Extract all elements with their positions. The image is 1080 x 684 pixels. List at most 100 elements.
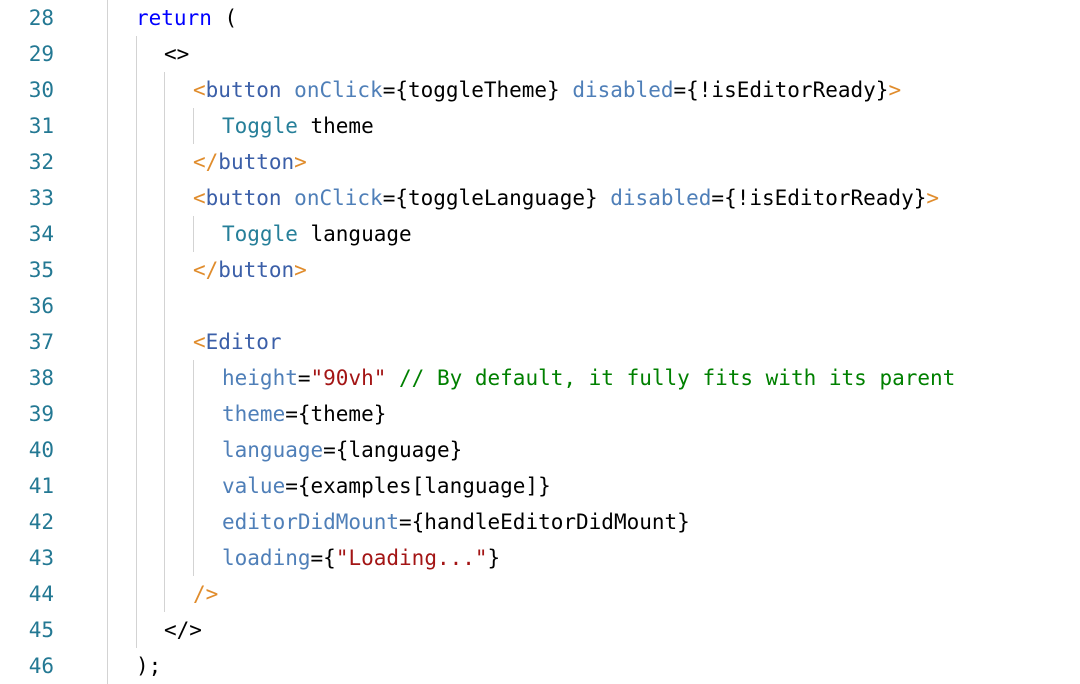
line-number: 38 [28, 366, 54, 390]
line-number: 44 [28, 582, 54, 606]
code-token-plain: ={!isEditorReady} [673, 78, 889, 102]
line-number: 36 [28, 294, 54, 318]
line-number: 40 [28, 438, 54, 462]
code-token-tag-name: button [218, 258, 295, 282]
line-code: Toggle theme [222, 108, 374, 144]
line-code: height="90vh" // By default, it fully fi… [222, 360, 955, 396]
code-token-tag-bracket: < [193, 330, 206, 354]
line-code: /> [193, 576, 218, 612]
code-token-plain: <> [164, 42, 190, 66]
line-number: 28 [28, 6, 54, 30]
code-token-tag-bracket: > [294, 150, 307, 174]
code-line[interactable]: 30 <button onClick={toggleTheme} disabled… [0, 72, 1080, 108]
indent-guide [193, 216, 194, 252]
line-number: 37 [28, 330, 54, 354]
code-token-attribute: height [222, 366, 298, 390]
code-line[interactable]: 32 </button> [0, 144, 1080, 180]
code-token-tag-bracket: > [926, 186, 940, 210]
code-token-plain: </> [164, 618, 202, 642]
code-editor[interactable]: 28 return (29 <> 30 <button onClick={toggleT… [0, 0, 1080, 684]
code-line[interactable]: 37 <Editor [0, 324, 1080, 360]
code-token-plain: ={ [310, 546, 336, 570]
code-token-plain: } [487, 546, 501, 570]
code-token-plain: = [297, 366, 311, 390]
code-token-identifier: Toggle [222, 114, 298, 138]
code-token-plain: ={language} [323, 438, 463, 462]
code-line[interactable]: 36 [0, 288, 1080, 324]
line-number: 45 [28, 618, 54, 642]
line-code: <Editor [193, 324, 282, 360]
indent-guide [136, 36, 137, 648]
code-token-keyword: return [136, 6, 212, 30]
code-line[interactable]: 34 Toggle language [0, 216, 1080, 252]
line-code: <button onClick={toggleTheme} disabled={… [193, 72, 901, 108]
line-number: 33 [28, 186, 54, 210]
code-line[interactable]: 42 editorDidMount={handleEditorDidMount} [0, 504, 1080, 540]
code-token-tag-name: button [205, 186, 282, 210]
code-token-plain: theme [297, 114, 374, 138]
line-number: 41 [28, 474, 54, 498]
line-code: language={language} [222, 432, 462, 468]
line-number: 42 [28, 510, 54, 534]
code-token-attribute: disabled [610, 186, 712, 210]
code-token-identifier: Toggle [222, 222, 298, 246]
code-token-attribute: disabled [572, 78, 674, 102]
code-line[interactable]: 45 </> [0, 612, 1080, 648]
code-token-attribute: language [222, 438, 324, 462]
line-code: ); [136, 648, 161, 684]
code-token-plain: language [297, 222, 412, 246]
code-token-plain: ={toggleLanguage} [382, 186, 611, 210]
code-token-tag-name: button [218, 150, 295, 174]
code-line[interactable]: 39 theme={theme} [0, 396, 1080, 432]
code-line[interactable]: 44 /> [0, 576, 1080, 612]
code-token-attribute: editorDidMount [222, 510, 400, 534]
code-token-attribute: onClick [294, 186, 383, 210]
code-token-plain: ={!isEditorReady} [711, 186, 927, 210]
line-code: <> [164, 36, 189, 72]
code-line[interactable]: 46); [0, 648, 1080, 684]
code-line[interactable]: 35 </button> [0, 252, 1080, 288]
code-token-tag-name: button [205, 78, 282, 102]
indent-guide [193, 360, 194, 576]
code-token-tag-bracket: < [193, 78, 206, 102]
code-line[interactable]: 38 height="90vh" // By default, it fully … [0, 360, 1080, 396]
code-token-tag-bracket: > [294, 258, 307, 282]
code-line[interactable]: 41 value={examples[language]} [0, 468, 1080, 504]
line-number: 32 [28, 150, 54, 174]
line-number: 29 [28, 42, 54, 66]
line-code: editorDidMount={handleEditorDidMount} [222, 504, 690, 540]
code-line[interactable]: 29 <> [0, 36, 1080, 72]
code-token-tag-name: Editor [205, 330, 282, 354]
line-number: 46 [28, 654, 54, 678]
indent-guide [164, 72, 165, 612]
line-number: 30 [28, 78, 54, 102]
code-token-tag-bracket: < [193, 186, 206, 210]
code-token-plain: ={handleEditorDidMount} [399, 510, 690, 534]
line-code: <button onClick={toggleLanguage} disable… [193, 180, 939, 216]
line-code: </> [164, 612, 202, 648]
code-line[interactable]: 43 loading={"Loading..."} [0, 540, 1080, 576]
line-number: 34 [28, 222, 54, 246]
code-line[interactable]: 33 <button onClick={toggleLanguage} disab… [0, 180, 1080, 216]
code-token-plain: ={theme} [285, 402, 387, 426]
line-code: loading={"Loading..."} [222, 540, 500, 576]
code-token-tag-bracket: > [888, 78, 902, 102]
line-number: 43 [28, 546, 54, 570]
line-code: </button> [193, 252, 307, 288]
code-token-attribute: value [222, 474, 286, 498]
code-line[interactable]: 31 Toggle theme [0, 108, 1080, 144]
code-token-plain: ={toggleTheme} [382, 78, 573, 102]
code-line[interactable]: 40 language={language} [0, 432, 1080, 468]
code-line[interactable]: 28 return ( [0, 0, 1080, 36]
code-token-tag-bracket: </ [193, 150, 219, 174]
code-token-string: "Loading..." [335, 546, 488, 570]
code-token-tag-bracket: </ [193, 258, 219, 282]
code-token-attribute: loading [222, 546, 311, 570]
line-code: return ( [136, 0, 237, 36]
code-token-plain: ( [211, 6, 238, 30]
line-number: 35 [28, 258, 54, 282]
line-number: 39 [28, 402, 54, 426]
code-token-attribute: theme [222, 402, 286, 426]
line-code: value={examples[language]} [222, 468, 551, 504]
